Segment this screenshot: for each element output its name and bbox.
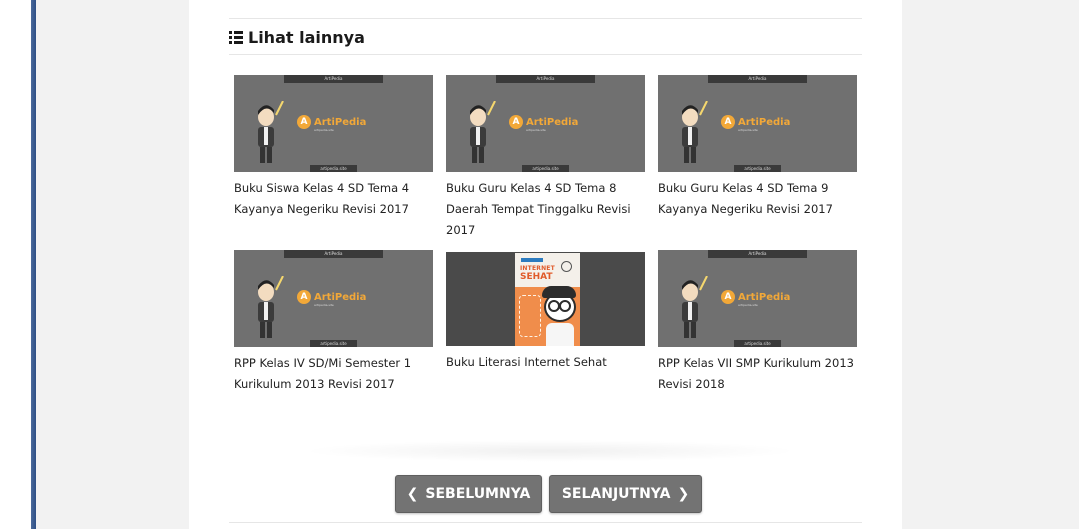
divider [229,18,862,19]
thumb-bottom-tag: artipedia.site [734,340,781,347]
previous-post-button[interactable]: ❮ SEBELUMNYA [395,475,542,513]
related-post[interactable]: ArtiPedia A ArtiPedia artipedia.site art… [658,250,857,395]
previous-label: SEBELUMNYA [425,486,531,502]
divider [229,54,862,55]
post-thumbnail[interactable]: ArtiPedia A ArtiPedia artipedia.site art… [658,250,857,347]
related-post[interactable]: INTERNET SEHAT Buku Literasi Internet Se… [446,252,645,373]
post-thumbnail[interactable]: ArtiPedia A ArtiPedia artipedia.site art… [446,75,645,172]
cover-title-line1: INTERNET [520,265,555,272]
post-thumbnail[interactable]: ArtiPedia A ArtiPedia artipedia.site art… [658,75,857,172]
related-post[interactable]: ArtiPedia A ArtiPedia artipedia.site art… [658,75,857,220]
related-post[interactable]: ArtiPedia A ArtiPedia artipedia.site art… [234,250,433,395]
teacher-figure-icon [470,101,496,163]
artipedia-logo: A ArtiPedia artipedia.site [509,115,578,132]
thumb-top-tag: ArtiPedia [284,250,383,258]
left-rail-accent [31,0,36,529]
post-title-link[interactable]: Buku Guru Kelas 4 SD Tema 8 Daerah Tempa… [446,178,645,241]
related-post[interactable]: ArtiPedia A ArtiPedia artipedia.site art… [446,75,645,241]
post-thumbnail[interactable]: INTERNET SEHAT [446,252,645,346]
post-thumbnail[interactable]: ArtiPedia A ArtiPedia artipedia.site art… [234,250,433,347]
teacher-figure-icon [258,276,284,338]
thumb-bottom-tag: artipedia.site [310,340,357,347]
post-title-link[interactable]: RPP Kelas VII SMP Kurikulum 2013 Revisi … [658,353,857,395]
book-cover-image: INTERNET SEHAT [515,253,580,346]
post-thumbnail[interactable]: ArtiPedia A ArtiPedia artipedia.site art… [234,75,433,172]
artipedia-logo: A ArtiPedia artipedia.site [721,290,790,307]
artipedia-logo: A ArtiPedia artipedia.site [721,115,790,132]
separator-shadow [300,440,800,462]
chevron-right-icon: ❯ [677,486,690,502]
chevron-left-icon: ❮ [406,486,419,502]
thumb-bottom-tag: artipedia.site [734,165,781,172]
teacher-figure-icon [682,101,708,163]
teacher-figure-icon [258,101,284,163]
post-title-link[interactable]: Buku Guru Kelas 4 SD Tema 9 Kayanya Nege… [658,178,857,220]
artipedia-logo: A ArtiPedia artipedia.site [297,115,366,132]
thumb-top-tag: ArtiPedia [284,75,383,83]
left-rail [0,0,36,529]
thumb-bottom-tag: artipedia.site [310,165,357,172]
divider [229,522,862,523]
post-title-link[interactable]: Buku Literasi Internet Sehat [446,352,645,373]
next-post-button[interactable]: SELANJUTNYA ❯ [549,475,702,513]
thumb-bottom-tag: artipedia.site [522,165,569,172]
thumb-top-tag: ArtiPedia [496,75,595,83]
section-heading: Lihat lainnya [229,24,365,50]
section-heading-text: Lihat lainnya [248,27,365,47]
teacher-figure-icon [682,276,708,338]
thumb-top-tag: ArtiPedia [708,250,807,258]
related-post[interactable]: ArtiPedia A ArtiPedia artipedia.site art… [234,75,433,220]
thumb-top-tag: ArtiPedia [708,75,807,83]
artipedia-logo: A ArtiPedia artipedia.site [297,290,366,307]
next-label: SELANJUTNYA [561,486,671,502]
post-title-link[interactable]: RPP Kelas IV SD/Mi Semester 1 Kurikulum … [234,353,433,395]
cover-title-line2: SEHAT [520,272,553,282]
list-icon [229,30,243,44]
post-title-link[interactable]: Buku Siswa Kelas 4 SD Tema 4 Kayanya Neg… [234,178,433,220]
